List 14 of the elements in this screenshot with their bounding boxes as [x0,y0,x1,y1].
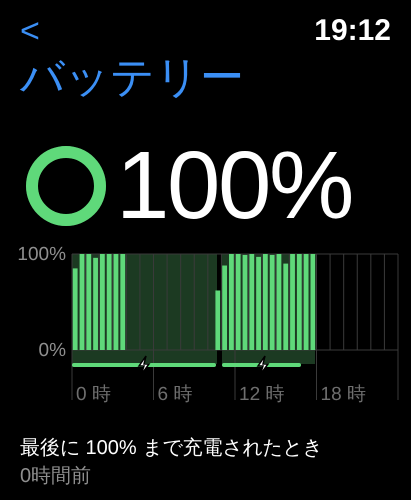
x-axis-label: 0 時 [76,384,111,405]
x-axis-label: 12 時 [239,384,284,405]
clock-time: 19:12 [314,16,391,46]
page-title: バッテリー [19,52,245,104]
battery-bar [215,290,220,350]
back-button[interactable]: < [20,14,40,48]
x-axis-label: 18 時 [320,384,366,405]
y-axis-label: 0% [38,340,66,361]
last-charge-value: 0時間前 [20,464,92,489]
battery-ring-icon [24,144,108,228]
last-charge-label: 最後に 100% まで充電されたとき [20,436,324,461]
y-axis-label: 100% [17,244,66,265]
x-axis-label: 6 時 [158,384,192,405]
battery-percent: 100% [116,138,352,234]
